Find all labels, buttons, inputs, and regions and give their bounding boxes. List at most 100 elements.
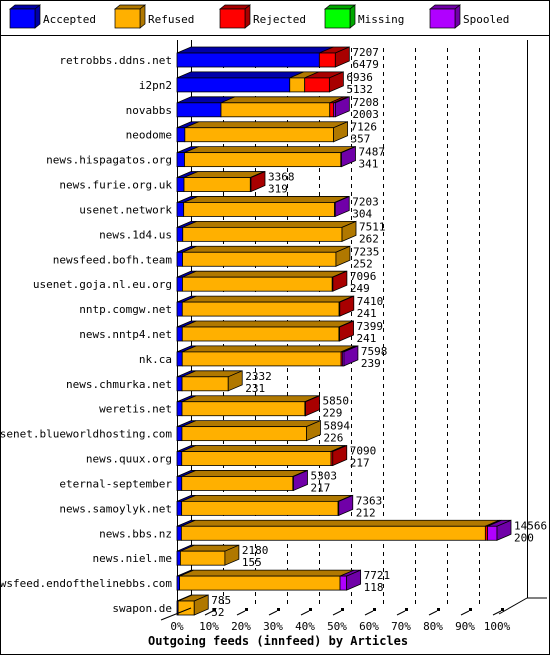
accepted-label: 2003 (352, 108, 379, 121)
bar-segment-spooled (339, 575, 348, 591)
bar-segment-accepted (176, 326, 183, 342)
bar-segment-top-refused (181, 420, 321, 428)
bar-segment-accepted (176, 351, 183, 367)
accepted-label: 319 (268, 183, 288, 196)
x-tick-label: 20% (231, 620, 251, 633)
bar-segment-accepted (176, 500, 183, 516)
row-label: usenet.blueworldhosting.com (0, 428, 172, 441)
row-label: news.1d4.us (99, 228, 172, 241)
x-tick-label: 40% (295, 620, 315, 633)
bar-segment-top-refused (182, 320, 354, 328)
row-label: weretis.net (99, 403, 172, 416)
bar-segment-top-refused (182, 295, 354, 303)
x-tick-label: 90% (455, 620, 475, 633)
row-label: news.niel.me (93, 552, 172, 565)
x-tick-label: 100% (484, 620, 511, 633)
x-tick-label: 60% (359, 620, 379, 633)
bar-segment-refused (177, 600, 195, 616)
bar-segment-top-refused (183, 196, 349, 203)
bar-segment-refused (181, 301, 340, 317)
tick-mark-dot (213, 608, 216, 611)
tick-mark-dot (373, 608, 376, 611)
bar-segment-refused (183, 202, 335, 217)
row-label: newsfeed.bofh.team (53, 253, 173, 266)
bar-segment-refused (181, 476, 294, 491)
accepted-label: 229 (323, 407, 343, 420)
bar-segment-top-refused (181, 395, 320, 403)
bar-segment-refused (181, 351, 342, 367)
x-tick-label: 70% (391, 620, 411, 633)
bar-segment-accepted (176, 401, 183, 417)
bar-segment-refused (220, 102, 331, 118)
accepted-label: 241 (357, 332, 377, 345)
row-label: nntp.comgw.net (79, 303, 172, 316)
bar-segment-refused (184, 127, 334, 143)
x-tick-label: 10% (199, 620, 219, 633)
tick-mark-dot (437, 608, 440, 611)
tick-mark-dot (469, 608, 472, 611)
row-label: news.nntp4.net (79, 328, 172, 341)
bar-segment-refused (181, 426, 307, 442)
bar-segment-refused (182, 226, 343, 242)
innfeed-chart: Accepted Refused Rejected Missing Spooled re… (0, 0, 550, 655)
x-tick-label: 80% (423, 620, 443, 633)
legend-swatch-side (454, 4, 461, 29)
bar-segment-accepted (176, 376, 183, 392)
bar-segment-accepted (176, 177, 185, 192)
row-label: retrobbs.ddns.net (59, 54, 172, 67)
row-label: news.quux.org (86, 453, 172, 466)
legend-label: Accepted (43, 13, 96, 26)
bar-segment-accepted (176, 550, 181, 566)
bar-segment-top-refused (181, 519, 500, 527)
legend-label: Missing (358, 13, 404, 26)
row-label: newsfeed.endofthelinebbs.com (0, 577, 172, 590)
bar-segment-accepted (176, 251, 183, 267)
bar-segment-top-refused (179, 569, 355, 577)
tick-mark-dot (309, 608, 312, 611)
legend-label: Spooled (463, 13, 509, 26)
bar-segment-refused (184, 152, 342, 168)
row-label: usenet.goja.nl.eu.org (33, 278, 172, 291)
bar-segment-refused (181, 326, 340, 342)
legend-swatch (219, 8, 246, 29)
bar-segment-rejected (304, 77, 330, 93)
bar-segment-top-refused (181, 445, 346, 452)
bar-segment-refused (181, 376, 229, 392)
accepted-label: 217 (350, 457, 370, 470)
row-label: news.hispagatos.org (46, 154, 172, 167)
bar-segment-top-refused (182, 270, 347, 278)
legend-swatch (429, 8, 456, 29)
bar-segment-refused (181, 500, 339, 516)
bar-segment-refused (179, 575, 341, 591)
accepted-label: 357 (351, 133, 371, 146)
chart-title: Outgoing feeds (innfeed) by Articles (148, 634, 408, 648)
bar-segment-refused (182, 276, 333, 292)
legend-label: Refused (148, 13, 194, 26)
row-label: news.chmurka.net (66, 378, 172, 391)
bar-segment-refused (181, 401, 306, 417)
bar-segment-top-refused (181, 470, 307, 477)
bar-segment-accepted (176, 476, 183, 491)
bar-segment-top-refused (182, 220, 357, 228)
row-label: news.samoylyk.net (59, 502, 172, 515)
bar-segment-accepted (176, 276, 183, 292)
bar-segment-accepted (176, 152, 185, 168)
accepted-label: 262 (359, 232, 379, 245)
bar-segment-top-refused (220, 96, 344, 104)
accepted-label: 118 (364, 581, 384, 594)
bar-segment-refused (181, 451, 332, 466)
bar-segment-top-refused (182, 245, 351, 253)
legend-swatch (324, 8, 351, 29)
legend-label: Rejected (253, 13, 306, 26)
bar-segment-top-refused (184, 146, 355, 154)
row-label: i2pn2 (139, 79, 172, 92)
legend-swatch-side (244, 4, 251, 29)
bar-segment-top-accepted (176, 46, 334, 54)
bar-segment-refused (180, 525, 486, 541)
bar-segment-refused (183, 177, 251, 192)
bar-segment-accepted (176, 426, 183, 442)
bar-segment-refused (180, 550, 226, 566)
row-label: nk.ca (139, 353, 172, 366)
accepted-label: 239 (361, 357, 381, 370)
row-label: novabbs (126, 104, 172, 117)
